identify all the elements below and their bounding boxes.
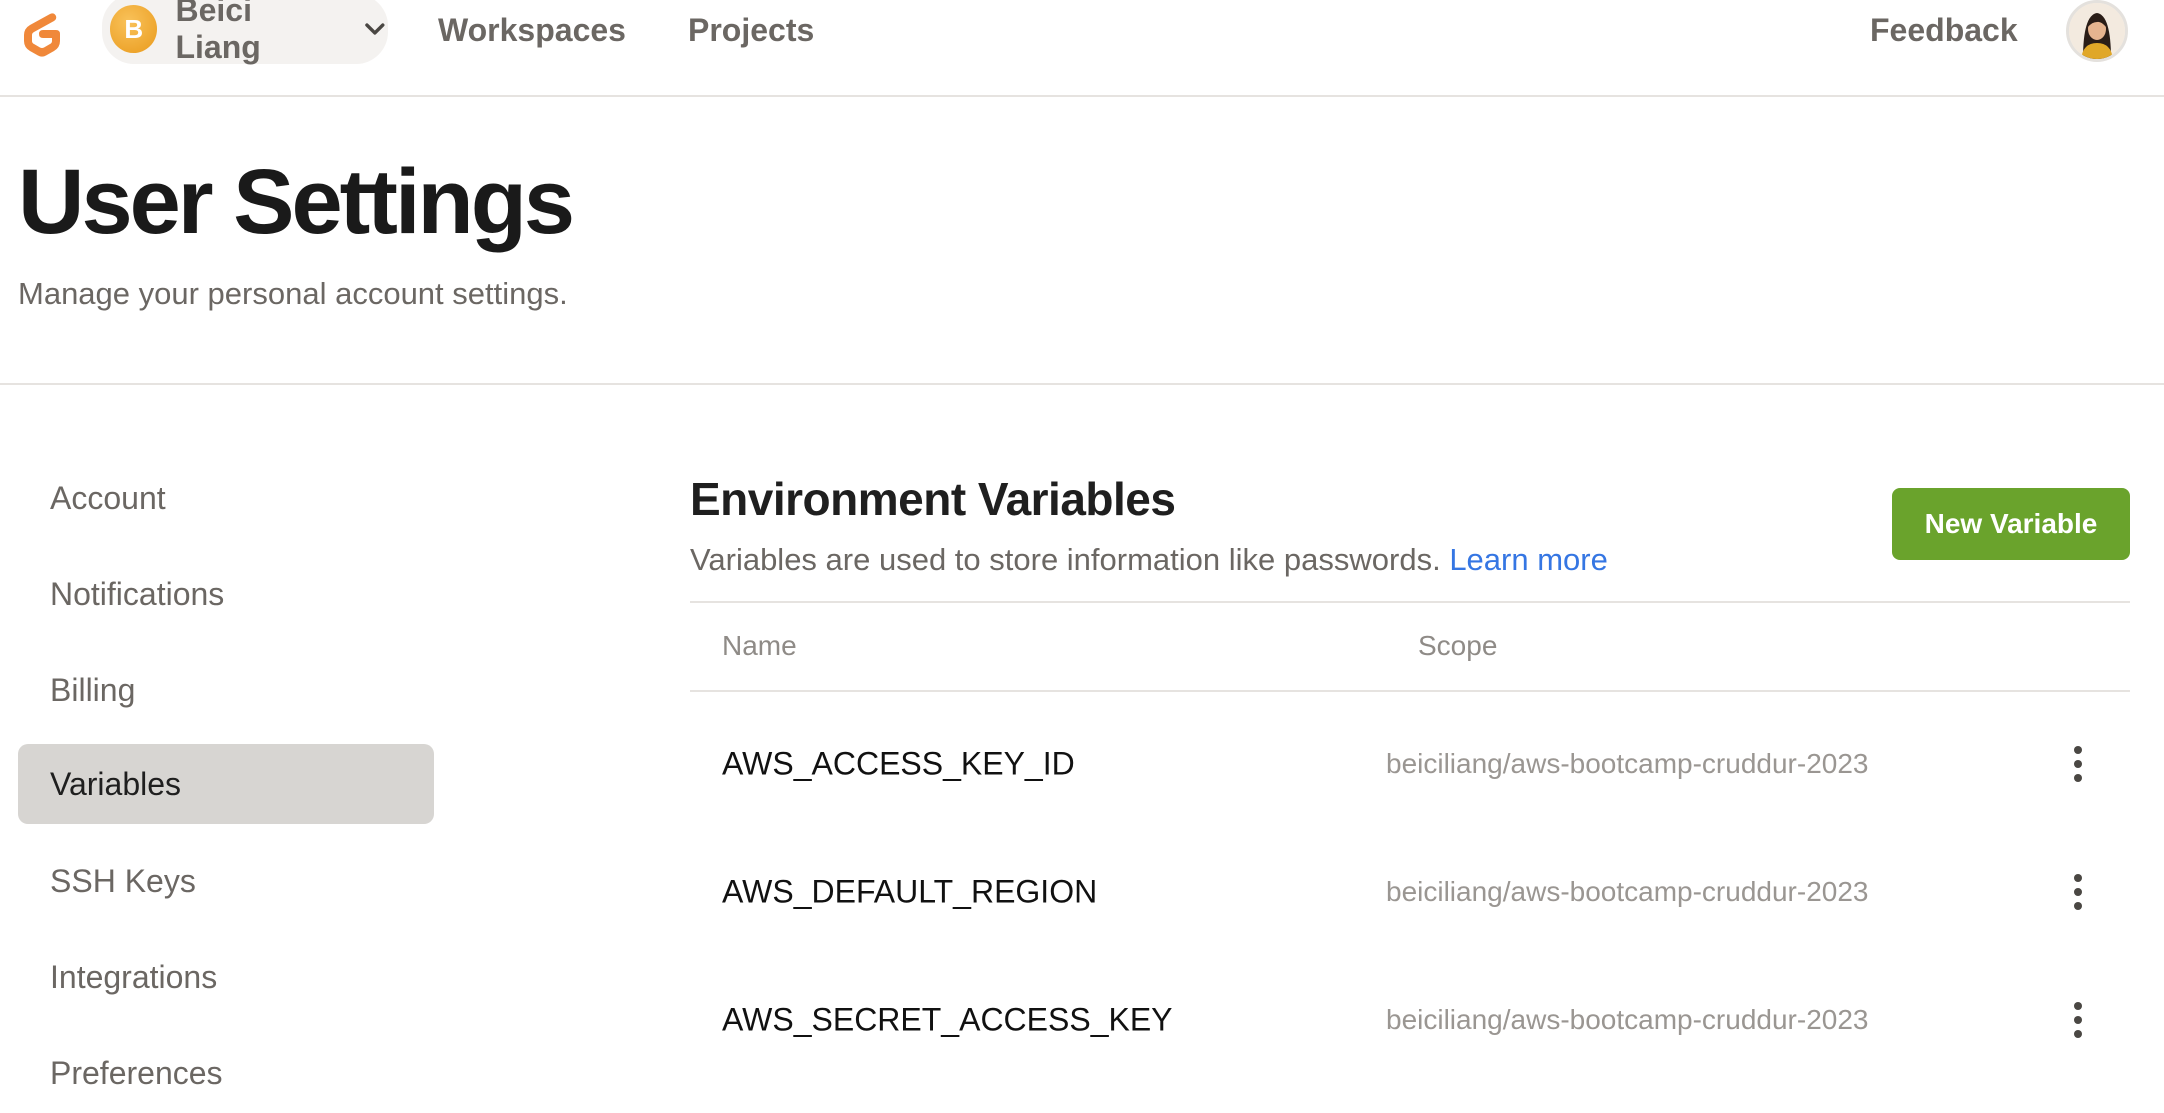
table-row: AWS_SECRET_ACCESS_KEY beiciliang/aws-boo…	[690, 956, 2130, 1084]
nav-link-projects[interactable]: Projects	[688, 12, 814, 49]
page-subtitle: Manage your personal account settings.	[18, 276, 568, 311]
column-header-name: Name	[722, 630, 797, 661]
sidebar-item-ssh-keys[interactable]: SSH Keys	[18, 841, 434, 921]
new-variable-button[interactable]: New Variable	[1892, 488, 2130, 560]
variable-name: AWS_SECRET_ACCESS_KEY	[722, 1001, 1173, 1038]
gitpod-logo-icon[interactable]	[16, 8, 68, 60]
more-options-icon[interactable]	[2058, 996, 2098, 1044]
sidebar-item-notifications[interactable]: Notifications	[18, 554, 434, 634]
header-divider	[0, 383, 2164, 385]
section-description: Variables are used to store information …	[690, 542, 1608, 578]
variable-scope: beiciliang/aws-bootcamp-cruddur-2023	[1386, 876, 1869, 907]
chevron-down-icon	[365, 23, 385, 35]
table-header-divider	[690, 690, 2130, 692]
user-avatar-image	[2069, 3, 2125, 59]
nav-link-feedback[interactable]: Feedback	[1870, 12, 2018, 49]
more-options-icon[interactable]	[2058, 740, 2098, 788]
sidebar-item-billing[interactable]: Billing	[18, 650, 434, 730]
user-avatar[interactable]	[2066, 0, 2128, 62]
top-navigation-bar: B Beici Liang Workspaces Projects Feedba…	[0, 0, 2164, 97]
workspace-avatar: B	[110, 5, 158, 53]
learn-more-link[interactable]: Learn more	[1449, 542, 1608, 577]
section-description-text: Variables are used to store information …	[690, 542, 1441, 577]
variable-scope: beiciliang/aws-bootcamp-cruddur-2023	[1386, 1004, 1869, 1035]
workspace-switcher[interactable]: B Beici Liang	[102, 0, 388, 65]
sidebar-item-preferences[interactable]: Preferences	[18, 1033, 434, 1113]
sidebar-item-variables[interactable]: Variables	[18, 744, 434, 824]
nav-link-workspaces[interactable]: Workspaces	[438, 12, 626, 49]
table-row: AWS_DEFAULT_REGION beiciliang/aws-bootca…	[690, 828, 2130, 956]
workspace-name: Beici Liang	[175, 0, 261, 65]
section-title: Environment Variables	[690, 473, 1176, 525]
more-options-icon[interactable]	[2058, 868, 2098, 916]
column-header-scope: Scope	[1418, 630, 1498, 661]
page-title: User Settings	[18, 151, 575, 253]
table-divider	[690, 601, 2130, 603]
variable-name: AWS_DEFAULT_REGION	[722, 873, 1098, 910]
sidebar-item-account[interactable]: Account	[18, 458, 434, 538]
variable-name: AWS_ACCESS_KEY_ID	[722, 745, 1075, 782]
sidebar-item-integrations[interactable]: Integrations	[18, 937, 434, 1017]
table-row: AWS_ACCESS_KEY_ID beiciliang/aws-bootcam…	[690, 700, 2130, 828]
variable-scope: beiciliang/aws-bootcamp-cruddur-2023	[1386, 748, 1869, 779]
